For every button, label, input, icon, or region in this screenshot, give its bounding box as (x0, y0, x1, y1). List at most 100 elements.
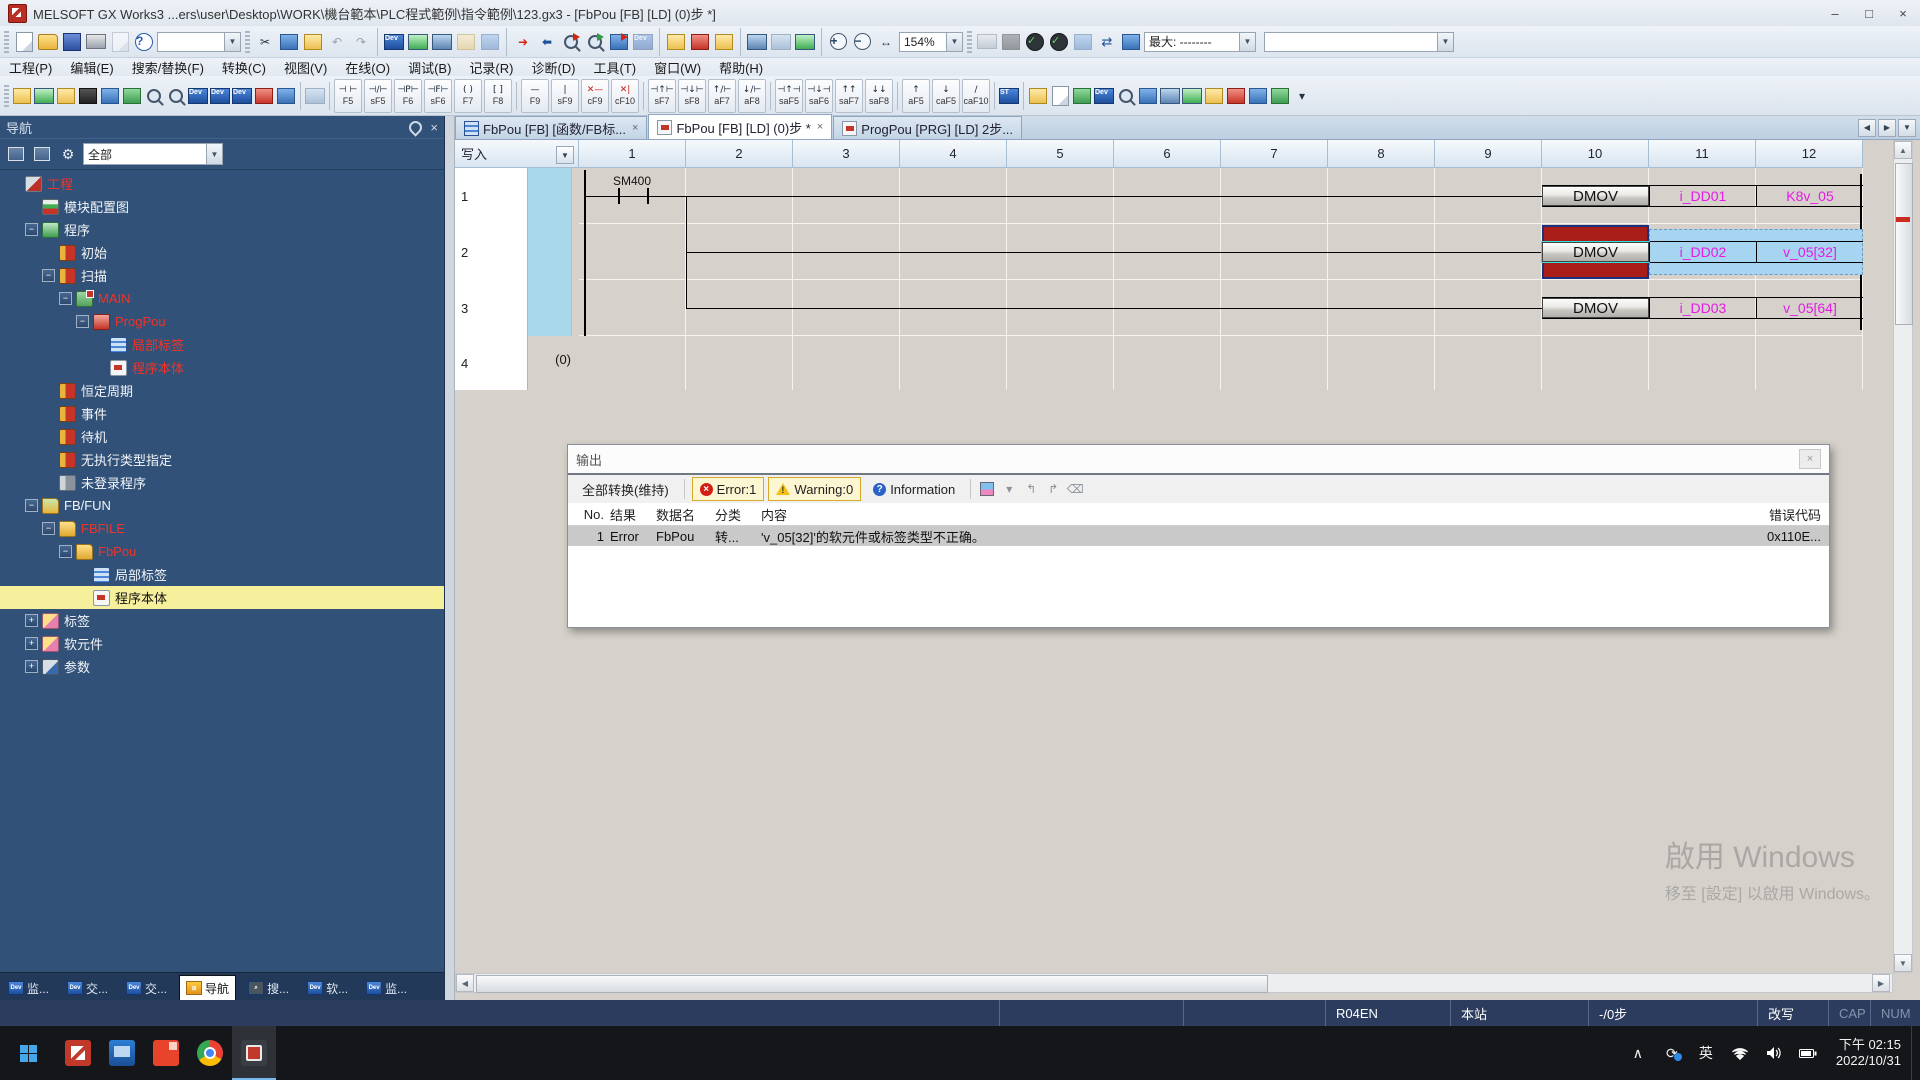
copy-project-icon[interactable] (109, 31, 131, 53)
watch-register2-icon[interactable] (1181, 85, 1203, 107)
collapse-toggle[interactable]: − (42, 269, 55, 282)
falling-branch-button[interactable]: ⊣↓⊣saF6 (805, 79, 833, 113)
tree-item-main[interactable]: −MAIN (0, 287, 444, 310)
rising-pulse-close-button[interactable]: ↑/⊢aF7 (708, 79, 736, 113)
close-tab-icon[interactable]: × (817, 121, 823, 133)
delete-vertical-line-button[interactable]: ✕|cF10 (611, 79, 639, 113)
wrap-ladder-icon[interactable] (1247, 85, 1269, 107)
tree-item-device[interactable]: +软元件 (0, 632, 444, 655)
edit-comment-icon[interactable] (1027, 85, 1049, 107)
tree-item-local-label[interactable]: 局部标签 (0, 333, 444, 356)
undo-icon[interactable]: ↶ (326, 31, 348, 53)
tab-navigation[interactable]: ⊞导航 (179, 975, 236, 1000)
expand-toggle[interactable]: + (25, 637, 38, 650)
fit-width-icon[interactable]: ↔ (875, 31, 897, 53)
verify-green-flag-icon[interactable] (584, 31, 606, 53)
redo-icon[interactable]: ↷ (350, 31, 372, 53)
invert-operation-button[interactable]: /caF10 (962, 79, 990, 113)
operand-destination[interactable]: v_05[64] (1756, 298, 1863, 318)
menu-window[interactable]: 窗口(W) (645, 58, 710, 76)
collapse-toggle[interactable]: − (76, 315, 89, 328)
tree-item-no-exec-type[interactable]: 无执行类型指定 (0, 448, 444, 471)
toolbar-overflow-icon[interactable]: ▾ (1291, 85, 1313, 107)
tab-watch2[interactable]: Dev监... (360, 976, 413, 1000)
edit-mode-icon[interactable] (55, 85, 77, 107)
close-branch-button[interactable]: ⊣F⊢sF6 (424, 79, 452, 113)
paste-special-icon[interactable] (455, 31, 477, 53)
cross-reference-icon[interactable] (1115, 85, 1137, 107)
program-flag-icon[interactable] (1120, 31, 1142, 53)
note-icon[interactable] (713, 31, 735, 53)
edit-statement-icon[interactable] (1049, 85, 1071, 107)
tab-fbpou-body[interactable]: FbPou [FB] [LD] (0)步 * × (648, 114, 832, 139)
output-error-row[interactable]: 1 Error FbPou 转... 'v_05[32]'的软元件或标签类型不正… (568, 526, 1829, 546)
monitor-start-icon[interactable] (407, 31, 429, 53)
non-display-icon[interactable] (1269, 85, 1291, 107)
menu-edit[interactable]: 编辑(E) (61, 58, 122, 76)
find-icon[interactable] (143, 85, 165, 107)
tree-item-scan[interactable]: −扫描 (0, 264, 444, 287)
display-format-icon[interactable] (1203, 85, 1225, 107)
tab-find[interactable]: ⌕搜... (242, 976, 295, 1000)
expand-toggle[interactable]: + (25, 660, 38, 673)
color-filter-icon[interactable] (978, 480, 996, 498)
scroll-left-icon[interactable]: ◀ (456, 974, 474, 992)
bookmark-icon[interactable] (689, 31, 711, 53)
delete-horizontal-line-button[interactable]: ✕—cF9 (581, 79, 609, 113)
tree-item-label[interactable]: +标签 (0, 609, 444, 632)
pin-icon[interactable] (407, 118, 425, 136)
warning-filter-button[interactable]: Warning:0 (768, 477, 861, 501)
dropdown-icon[interactable]: ▾ (1000, 480, 1018, 498)
tree-item-standby[interactable]: 待机 (0, 425, 444, 448)
print-icon[interactable] (85, 31, 107, 53)
falling-pulse-button[interactable]: ⊣↓⊢sF8 (678, 79, 706, 113)
tab-cross-ref2[interactable]: Dev交... (120, 976, 173, 1000)
collapse-toggle[interactable]: − (25, 223, 38, 236)
open-file-icon[interactable] (37, 31, 59, 53)
tree-filter-combo[interactable]: 全部▼ (83, 143, 223, 165)
taskbar-clock[interactable]: 下午 02:15 2022/10/31 (1836, 1037, 1901, 1069)
edit-note-icon[interactable] (1071, 85, 1093, 107)
device-comment-icon[interactable]: Dev (1093, 85, 1115, 107)
sync-icon[interactable]: ⟳ (1662, 1045, 1682, 1062)
menu-help[interactable]: 帮助(H) (710, 58, 772, 76)
mode-dropdown-icon[interactable]: ▼ (556, 146, 574, 164)
open-contact-symbol[interactable] (618, 188, 620, 204)
online-check2-icon[interactable]: ✓ (1048, 31, 1070, 53)
close-panel-icon[interactable]: × (430, 120, 438, 135)
toolbar-drag-handle[interactable] (4, 31, 9, 53)
device-write-icon[interactable]: Dev (383, 31, 405, 53)
toolbar-drag-handle[interactable] (245, 31, 250, 53)
copy-special-icon[interactable] (479, 31, 501, 53)
save-icon[interactable] (61, 31, 83, 53)
max-device-combo[interactable]: 最大: --------▼ (1144, 32, 1256, 52)
operand-destination[interactable]: v_05[32] (1756, 242, 1863, 262)
zoom-level-combo[interactable]: 154%▼ (899, 32, 963, 52)
previous-error-icon[interactable]: ↰ (1022, 480, 1040, 498)
list-view2-icon[interactable] (121, 85, 143, 107)
quick-search-combo[interactable]: ▼ (157, 32, 241, 52)
next-error-icon[interactable]: ↱ (1044, 480, 1062, 498)
instruction-block-selected[interactable]: DMOV i_DD02 v_05[32] (1542, 241, 1863, 263)
device-list-icon[interactable] (1137, 85, 1159, 107)
language-indicator[interactable]: 英 (1696, 1043, 1716, 1063)
device-k-icon[interactable]: Dev (187, 85, 209, 107)
information-filter-button[interactable]: ? Information (865, 477, 963, 501)
operand-source[interactable]: i_DD01 (1649, 186, 1756, 206)
tree-item-fbpou[interactable]: −FbPou (0, 540, 444, 563)
horizontal-scroll-thumb[interactable] (476, 975, 1268, 993)
ic-chip-icon[interactable] (77, 85, 99, 107)
scroll-down-icon[interactable]: ▼ (1894, 954, 1912, 972)
toolbar-drag-handle[interactable] (4, 85, 9, 107)
tab-scroll-right-icon[interactable]: ▶ (1878, 119, 1896, 137)
rising-pulse-button[interactable]: ⊣↑⊢sF7 (648, 79, 676, 113)
find-dark-icon[interactable] (165, 85, 187, 107)
inline-st-icon[interactable]: ST (998, 85, 1020, 107)
expand-all-icon[interactable] (31, 143, 53, 165)
close-contact-button[interactable]: ⊣/⊢sF5 (364, 79, 392, 113)
program-check-icon[interactable] (746, 31, 768, 53)
tree-item-fbfile[interactable]: −FBFILE (0, 517, 444, 540)
tree-item-fb-program-body[interactable]: 程序本体 (0, 586, 444, 609)
tab-cross-ref1[interactable]: Dev交... (61, 976, 114, 1000)
tab-list-icon[interactable]: ▼ (1898, 119, 1916, 137)
